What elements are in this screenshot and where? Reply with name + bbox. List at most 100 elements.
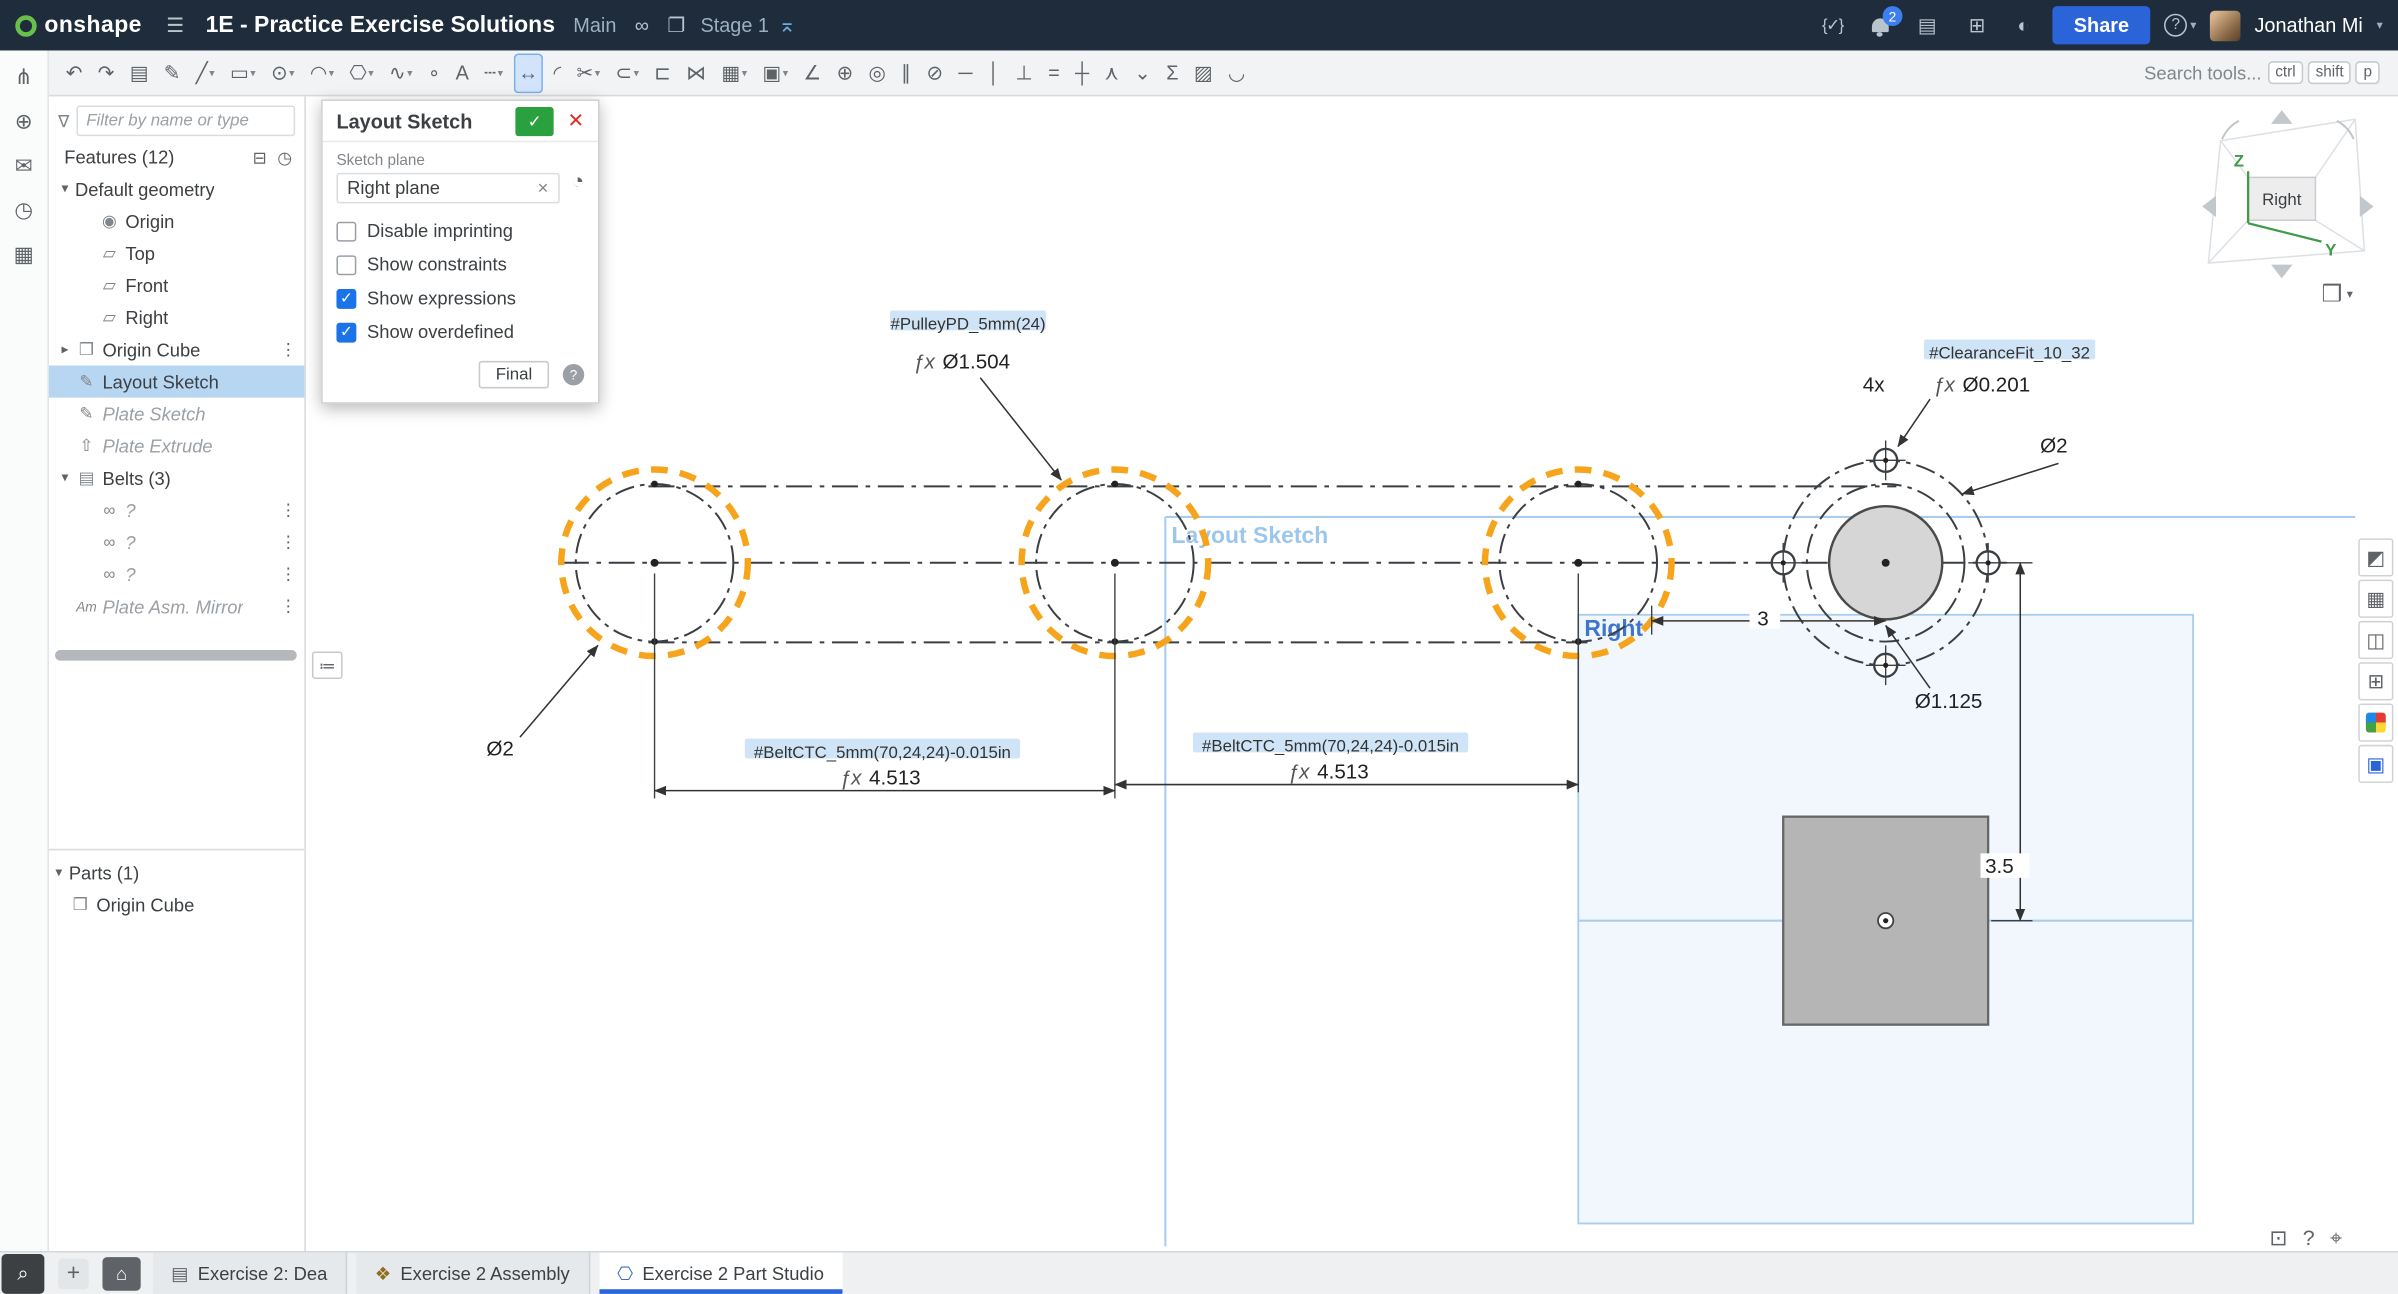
stage-chip[interactable]: ❐ Stage 1 bbox=[658, 13, 769, 37]
zoom-window-button[interactable]: ⊞ bbox=[2358, 662, 2393, 700]
tree-caret-icon[interactable]: ▾ bbox=[55, 470, 75, 487]
add-tab-button[interactable]: + bbox=[58, 1258, 89, 1289]
units-icon[interactable]: ⌖ bbox=[2330, 1225, 2342, 1251]
tool-mirror[interactable]: ⋈ bbox=[682, 53, 711, 93]
tab-exercise-2-assembly[interactable]: ❖Exercise 2 Assembly bbox=[356, 1253, 589, 1294]
tool-center-circle[interactable]: ⊙▾ bbox=[266, 53, 299, 93]
tool-trim[interactable]: ✂▾ bbox=[572, 53, 605, 93]
horizontal-scrollbar[interactable] bbox=[55, 650, 297, 661]
branch-name[interactable]: Main bbox=[573, 14, 616, 37]
tool-midpoint[interactable]: ┼ bbox=[1070, 53, 1093, 93]
dimension-clearance-fit[interactable]: #ClearanceFit_10_32 4x ƒxØ0.201 bbox=[1863, 340, 2095, 447]
dimension-dia2-left[interactable]: Ø2 bbox=[486, 645, 598, 760]
tool-equal[interactable]: = bbox=[1043, 53, 1064, 93]
tree-caret-icon[interactable]: ▸ bbox=[55, 341, 75, 358]
tool-pierce[interactable]: ⌄ bbox=[1130, 53, 1156, 93]
tree-item-0-default-geometry[interactable]: ▾Default geometry bbox=[49, 173, 304, 205]
find-tabs-button[interactable]: ⌕ bbox=[2, 1253, 45, 1293]
accept-button[interactable]: ✓ bbox=[516, 106, 554, 135]
belt-ctc-2-badge[interactable]: #BeltCTC_5mm(70,24,24)-0.015in bbox=[1202, 737, 1459, 756]
feature-list-options-button[interactable]: ≔ bbox=[312, 651, 343, 679]
drawing-standard-button[interactable]: ▣ bbox=[2358, 745, 2393, 783]
clearance-hole-left[interactable] bbox=[1763, 543, 1803, 583]
tool-tangent[interactable]: ⊘ bbox=[922, 53, 948, 93]
belt-ctc-1-value[interactable]: 4.513 bbox=[869, 767, 921, 790]
clearance-value[interactable]: Ø0.201 bbox=[1963, 374, 2031, 397]
final-button[interactable]: Final bbox=[479, 361, 549, 389]
tool-offset[interactable]: ⊂▾ bbox=[611, 53, 644, 93]
dia2-left-value[interactable]: Ø2 bbox=[486, 737, 514, 760]
dia1-125-value[interactable]: Ø1.125 bbox=[1915, 690, 1983, 713]
section-view-button[interactable]: ◩ bbox=[2358, 538, 2393, 576]
dimension-belt-ctc-1[interactable]: #BeltCTC_5mm(70,24,24)-0.015in ƒx4.513 bbox=[655, 574, 1115, 799]
user-avatar[interactable] bbox=[2210, 10, 2241, 41]
roll-cw-icon[interactable] bbox=[2337, 121, 2354, 139]
checkbox-disable-imprinting[interactable]: Disable imprinting bbox=[336, 214, 584, 248]
tree-item-6-layout-sketch[interactable]: ✎Layout Sketch bbox=[49, 366, 304, 398]
tree-item-11-item[interactable]: ∞?⋮ bbox=[49, 526, 304, 558]
tool-parallel[interactable]: ∥ bbox=[897, 53, 916, 93]
tool-use-project[interactable]: ∠ bbox=[799, 53, 826, 93]
filter-input[interactable] bbox=[77, 106, 295, 137]
learning-center-icon[interactable]: ⌅ bbox=[778, 12, 796, 38]
follow-mode-icon[interactable]: ⊕ bbox=[5, 104, 42, 138]
dimension-belt-ctc-2[interactable]: #BeltCTC_5mm(70,24,24)-0.015in ƒx4.513 bbox=[1115, 574, 1578, 793]
clearance-fit-badge[interactable]: #ClearanceFit_10_32 bbox=[1929, 344, 2090, 363]
parts-header-row[interactable]: ▾ Parts (1) bbox=[49, 856, 304, 888]
belt-ctc-1-badge[interactable]: #BeltCTC_5mm(70,24,24)-0.015in bbox=[754, 743, 1011, 762]
tree-item-7-plate-sketch[interactable]: ✎Plate Sketch bbox=[49, 398, 304, 430]
dimension-pulley-pd[interactable]: #PulleyPD_5mm(24) ƒxØ1.504 bbox=[890, 310, 1061, 480]
tool-corner-rectangle[interactable]: ▭▾ bbox=[225, 53, 260, 93]
model-tree-icon[interactable]: ⋔ bbox=[5, 60, 42, 94]
tool-polygon[interactable]: ⎔▾ bbox=[345, 53, 378, 93]
rotate-left-icon[interactable] bbox=[2202, 196, 2216, 217]
pulley-pd-badge[interactable]: #PulleyPD_5mm(24) bbox=[891, 315, 1046, 334]
release-notes-icon[interactable]: ▤ bbox=[1918, 13, 1937, 37]
plate-square[interactable] bbox=[1783, 817, 1988, 1025]
tool-crosshatch[interactable]: ▨ bbox=[1189, 53, 1217, 93]
tool-sketch-repair[interactable]: ✎ bbox=[159, 53, 185, 93]
tree-item-4-right[interactable]: ▱Right bbox=[49, 301, 304, 333]
item-menu-icon[interactable]: ⋮ bbox=[280, 596, 297, 616]
performance-monitor-icon[interactable]: ⊡ bbox=[2270, 1225, 2288, 1251]
tool-coincident[interactable]: ⊕ bbox=[832, 53, 858, 93]
tool-perpendicular[interactable]: ⊥ bbox=[1011, 53, 1038, 93]
comments-icon[interactable]: ✉ bbox=[5, 148, 42, 182]
rotate-down-icon[interactable] bbox=[2271, 265, 2292, 279]
tool-line[interactable]: ╱▾ bbox=[191, 53, 219, 93]
item-menu-icon[interactable]: ⋮ bbox=[280, 532, 297, 552]
featurescript-icon[interactable]: {✓} bbox=[1822, 15, 1843, 35]
tree-item-12-item[interactable]: ∞?⋮ bbox=[49, 558, 304, 590]
tool-undo[interactable]: ↶ bbox=[61, 53, 87, 93]
tool-linear-pattern[interactable]: ▦▾ bbox=[717, 53, 752, 93]
tool-curvature[interactable]: ◡ bbox=[1223, 53, 1250, 93]
dia2-right-value[interactable]: Ø2 bbox=[2040, 435, 2068, 458]
tree-item-8-plate-extrude[interactable]: ⇧Plate Extrude bbox=[49, 430, 304, 462]
hidden-edges-button[interactable]: ▦ bbox=[2358, 580, 2393, 618]
tool-arc[interactable]: ◠▾ bbox=[305, 53, 338, 93]
item-menu-icon[interactable]: ⋮ bbox=[280, 500, 297, 520]
right-plane-label[interactable]: Right bbox=[1584, 615, 1643, 641]
help-tips-icon[interactable]: ? bbox=[2303, 1225, 2315, 1251]
history-icon[interactable]: ◷ bbox=[5, 193, 42, 227]
home-button[interactable]: ⌂ bbox=[102, 1256, 140, 1290]
dim-3-value[interactable]: 3 bbox=[1757, 608, 1768, 631]
flip-direction-icon[interactable]: ◔ bbox=[571, 168, 584, 192]
checkbox-show-constraints[interactable]: Show constraints bbox=[336, 248, 584, 282]
tool-redo[interactable]: ↷ bbox=[93, 53, 119, 93]
dim-3-5-value[interactable]: 3.5 bbox=[1985, 855, 2014, 878]
cancel-button[interactable]: ✕ bbox=[564, 109, 587, 133]
notifications-button[interactable]: 2 bbox=[1872, 18, 1889, 32]
roll-ccw-icon[interactable] bbox=[2222, 121, 2239, 139]
language-icon[interactable]: ◐ bbox=[2017, 14, 2029, 37]
hamburger-menu-icon[interactable]: ☰ bbox=[166, 13, 184, 37]
tool-vertical[interactable]: │ bbox=[983, 53, 1005, 93]
tree-item-10-item[interactable]: ∞?⋮ bbox=[49, 494, 304, 526]
search-tools-button[interactable]: Search tools... ctrlshiftp bbox=[2144, 61, 2379, 84]
panels-icon[interactable]: ▦ bbox=[5, 237, 42, 271]
share-button[interactable]: Share bbox=[2052, 6, 2150, 44]
tree-caret-icon[interactable]: ▾ bbox=[49, 864, 69, 881]
user-name[interactable]: Jonathan Mi bbox=[2254, 14, 2362, 37]
belt-ctc-2-value[interactable]: 4.513 bbox=[1317, 760, 1369, 783]
pulley-pd-value[interactable]: Ø1.504 bbox=[942, 351, 1010, 374]
